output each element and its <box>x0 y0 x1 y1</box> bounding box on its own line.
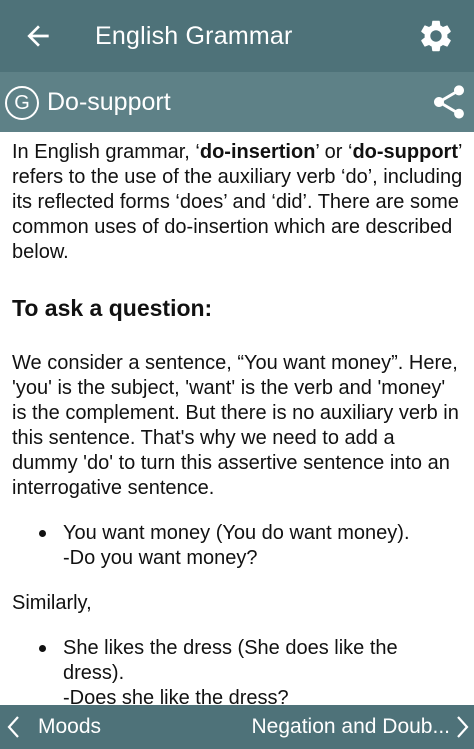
chevron-left-icon[interactable] <box>4 715 22 739</box>
bullet-dot <box>39 645 46 652</box>
grammar-badge-icon: G <box>5 86 39 120</box>
topic-title: Do-support <box>47 88 171 116</box>
similarly-text: Similarly, <box>12 592 92 614</box>
example-list-2: She likes the dress (She does like the d… <box>12 636 464 711</box>
term-do-support: do-support <box>352 141 458 163</box>
app-bar: English Grammar <box>0 0 474 72</box>
prev-topic-button[interactable]: Moods <box>38 714 101 740</box>
share-icon[interactable] <box>429 82 469 122</box>
bottom-nav: Moods Negation and Doub... <box>0 705 474 749</box>
intro-text-start: In English grammar, ‘ <box>12 141 200 163</box>
app-title: English Grammar <box>95 22 293 50</box>
list-item: You want money (You do want money). -Do … <box>12 521 464 571</box>
example-question: -Do you want money? <box>63 547 258 569</box>
intro-paragraph: In English grammar, ‘do-insertion’ or ‘d… <box>12 140 464 265</box>
topic-bar: G Do-support <box>0 72 474 132</box>
gear-icon[interactable] <box>417 17 455 55</box>
example-statement: She likes the dress (She does like the d… <box>63 637 398 684</box>
intro-text-middle: ’ or ‘ <box>315 141 353 163</box>
next-topic-button[interactable]: Negation and Doub... <box>252 714 450 740</box>
chevron-right-icon[interactable] <box>454 715 472 739</box>
section-heading: To ask a question: <box>12 295 213 321</box>
bullet-dot <box>39 530 46 537</box>
list-item: She likes the dress (She does like the d… <box>12 636 464 711</box>
example-statement: You want money (You do want money). <box>63 522 410 544</box>
article-content: In English grammar, ‘do-insertion’ or ‘d… <box>12 140 464 731</box>
explanation-paragraph: We consider a sentence, “You want money”… <box>12 352 459 499</box>
term-do-insertion: do-insertion <box>199 141 316 163</box>
example-list-1: You want money (You do want money). -Do … <box>12 521 464 571</box>
arrow-left-icon[interactable] <box>22 20 54 52</box>
